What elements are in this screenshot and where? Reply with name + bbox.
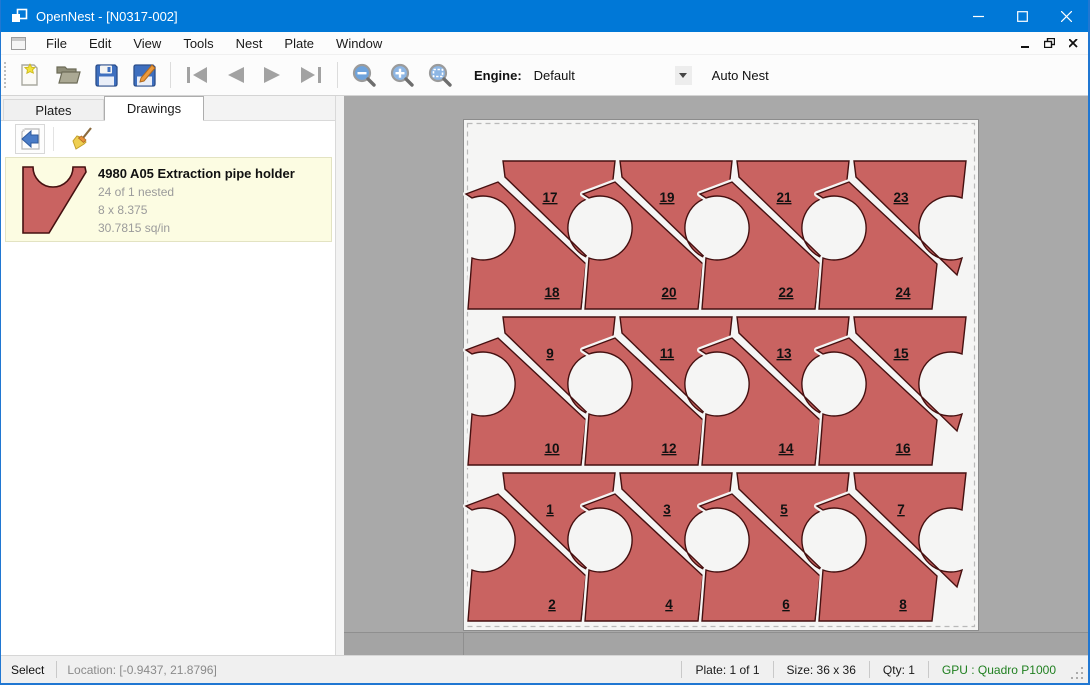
nest-canvas[interactable]: 171921231820222491113151012141613572468: [344, 96, 1088, 655]
new-button[interactable]: [14, 59, 46, 91]
toolbar-grip[interactable]: [4, 62, 8, 88]
zoom-out-button[interactable]: [348, 59, 380, 91]
zoom-in-button[interactable]: [386, 59, 418, 91]
zoom-in-icon: [389, 62, 415, 88]
main-toolbar: Engine: Default Auto Nest: [1, 55, 1088, 96]
menu-nest[interactable]: Nest: [225, 33, 274, 54]
status-gpu: GPU : Quadro P1000: [929, 663, 1069, 677]
engine-value: Default: [530, 68, 675, 83]
mdi-document-icon[interactable]: [11, 37, 26, 50]
part-number-label: 7: [897, 502, 905, 517]
last-plate-button[interactable]: [295, 59, 327, 91]
app-logo-icon: [11, 8, 28, 24]
menu-plate[interactable]: Plate: [273, 33, 325, 54]
part-number-label: 11: [660, 346, 675, 361]
canvas-scroll-gutter: [344, 633, 1088, 655]
part-number-label: 23: [893, 190, 909, 205]
part-number-label: 8: [899, 597, 907, 612]
app-window: OpenNest - [N0317-002] File Edit View To…: [0, 0, 1090, 685]
window-title: OpenNest - [N0317-002]: [36, 9, 956, 24]
part-number-label: 21: [776, 190, 792, 205]
close-button[interactable]: [1044, 0, 1088, 32]
mdi-restore-button[interactable]: [1040, 35, 1058, 51]
menu-window[interactable]: Window: [325, 33, 393, 54]
zoom-fit-icon: [427, 62, 453, 88]
menu-file[interactable]: File: [35, 33, 78, 54]
part-number-label: 5: [780, 502, 788, 517]
part-number-label: 3: [663, 502, 671, 517]
mdi-minimize-button[interactable]: [1016, 35, 1034, 51]
drawing-area: 30.7815 sq/in: [98, 221, 295, 235]
drawing-nested-count: 24 of 1 nested: [98, 185, 295, 199]
part-number-label: 9: [546, 346, 554, 361]
import-arrow-icon: [18, 127, 42, 151]
status-plate: Plate: 1 of 1: [682, 663, 772, 677]
drawing-list-item[interactable]: 4980 A05 Extraction pipe holder 24 of 1 …: [5, 157, 332, 242]
part-number-label: 16: [895, 441, 911, 456]
part-number-label: 10: [544, 441, 559, 456]
new-document-icon: [17, 62, 43, 88]
part-number-label: 12: [661, 441, 676, 456]
part-number-label: 2: [548, 597, 556, 612]
first-plate-button[interactable]: [181, 59, 213, 91]
resize-grip[interactable]: [1071, 667, 1085, 681]
part-number-label: 24: [895, 285, 911, 300]
engine-select[interactable]: Default: [530, 63, 692, 87]
part-thumbnail: [6, 158, 98, 241]
panel-splitter[interactable]: [336, 96, 344, 655]
toolbar-separator: [53, 127, 54, 151]
engine-label: Engine:: [474, 68, 522, 83]
status-location: Location: [-0.9437, 21.8796]: [57, 663, 216, 677]
auto-nest-button[interactable]: Auto Nest: [706, 64, 775, 87]
part-number-label: 13: [776, 346, 792, 361]
drawings-panel: Plates Drawings: [1, 96, 336, 655]
save-button[interactable]: [90, 59, 122, 91]
menu-view[interactable]: View: [122, 33, 172, 54]
open-folder-icon: [55, 62, 82, 88]
status-size: Size: 36 x 36: [774, 663, 869, 677]
part-number-label: 18: [544, 285, 560, 300]
part-number-label: 22: [778, 285, 793, 300]
part-number-label: 19: [659, 190, 674, 205]
part-number-label: 6: [782, 597, 790, 612]
import-drawing-button[interactable]: [15, 124, 45, 154]
part-number-label: 4: [665, 597, 673, 612]
save-floppy-icon: [94, 63, 119, 88]
previous-plate-button[interactable]: [219, 59, 251, 91]
broom-icon: [71, 127, 95, 151]
chevron-down-icon[interactable]: [675, 66, 692, 85]
zoom-out-icon: [351, 62, 377, 88]
status-bar: Select Location: [-0.9437, 21.8796] Plat…: [1, 655, 1088, 683]
next-plate-button[interactable]: [257, 59, 289, 91]
menu-edit[interactable]: Edit: [78, 33, 122, 54]
menu-tools[interactable]: Tools: [172, 33, 224, 54]
part-number-label: 20: [661, 285, 676, 300]
drawing-title: 4980 A05 Extraction pipe holder: [98, 166, 295, 181]
sidebar-tabs: Plates Drawings: [1, 96, 335, 121]
tab-plates[interactable]: Plates: [3, 99, 104, 120]
title-bar: OpenNest - [N0317-002]: [1, 0, 1088, 32]
part-number-label: 17: [542, 190, 557, 205]
menu-bar: File Edit View Tools Nest Plate Window: [1, 32, 1088, 55]
zoom-fit-button[interactable]: [424, 59, 456, 91]
mdi-close-button[interactable]: [1064, 35, 1082, 51]
drawing-dimensions: 8 x 8.375: [98, 203, 295, 217]
toolbar-separator: [337, 62, 338, 88]
part-number-label: 1: [546, 502, 554, 517]
save-as-button[interactable]: [128, 59, 160, 91]
open-button[interactable]: [52, 59, 84, 91]
drawings-toolbar: [1, 121, 335, 156]
status-qty: Qty: 1: [870, 663, 928, 677]
status-mode: Select: [1, 663, 56, 677]
part-number-label: 15: [893, 346, 909, 361]
clear-drawings-button[interactable]: [68, 124, 98, 154]
minimize-button[interactable]: [956, 0, 1000, 32]
save-as-icon: [132, 63, 157, 88]
part-number-label: 14: [778, 441, 794, 456]
tab-drawings[interactable]: Drawings: [104, 96, 204, 121]
maximize-button[interactable]: [1000, 0, 1044, 32]
toolbar-separator: [170, 62, 171, 88]
